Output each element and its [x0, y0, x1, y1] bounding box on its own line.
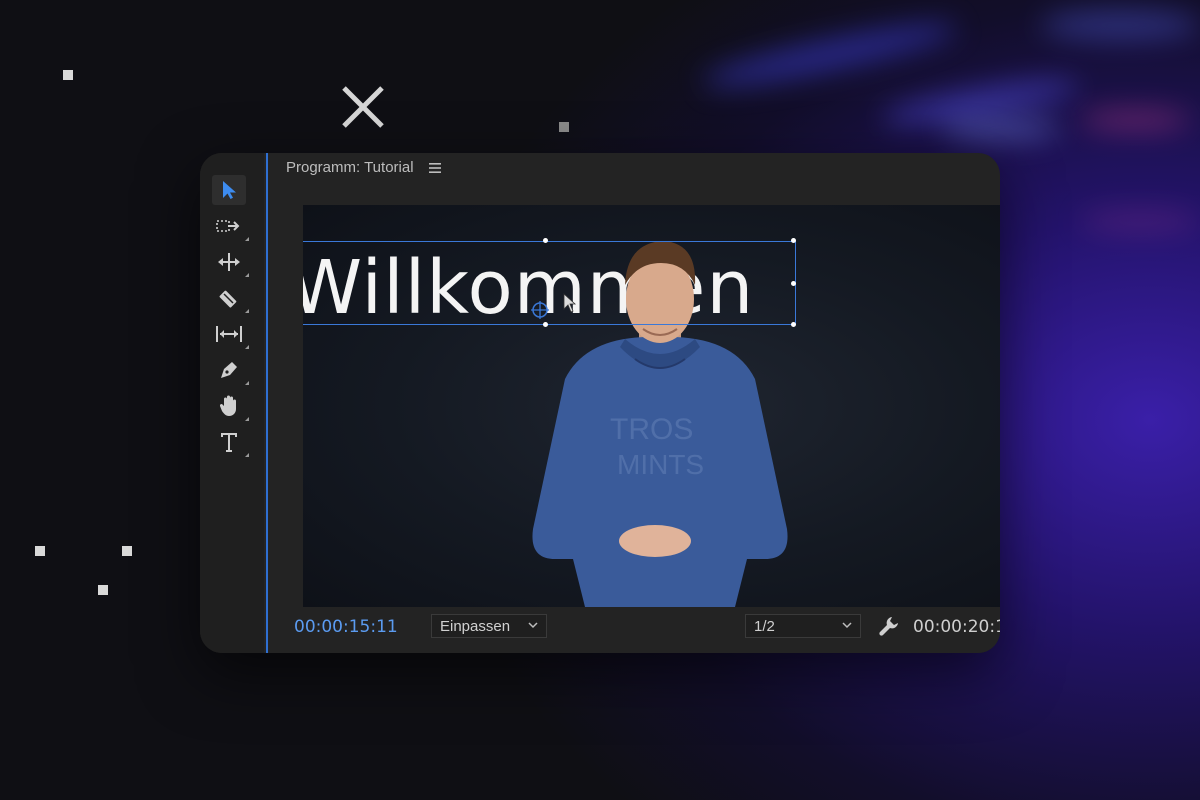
playback-resolution-select[interactable]: 1/2	[745, 614, 861, 638]
program-monitor-window: Programm: Tutorial Willkommen TROS MINTS	[200, 153, 1000, 653]
panel-title: Programm: Tutorial	[286, 159, 414, 176]
tools-panel	[200, 153, 264, 653]
playback-resolution-value: 1/2	[754, 617, 775, 635]
ripple-edit-icon	[218, 253, 240, 271]
anchor-point-icon[interactable]	[531, 301, 549, 319]
svg-text:TROS: TROS	[610, 413, 693, 446]
pen-tool[interactable]	[212, 355, 249, 385]
mouse-pointer-icon	[563, 293, 577, 313]
zoom-level-value: Einpassen	[440, 617, 511, 635]
program-monitor-viewer[interactable]: Willkommen TROS MINTS	[303, 205, 1000, 607]
ripple-edit-tool[interactable]	[212, 247, 249, 277]
bounding-box-handle[interactable]	[791, 238, 796, 243]
decorative-square	[122, 546, 132, 556]
close-icon[interactable]	[340, 84, 386, 130]
bounding-box-handle[interactable]	[791, 281, 796, 286]
decorative-square	[63, 70, 73, 80]
decorative-square	[559, 122, 569, 132]
track-select-icon	[216, 220, 240, 232]
svg-text:MINTS: MINTS	[617, 449, 704, 480]
background-light-streak	[699, 13, 961, 97]
chevron-down-icon	[842, 622, 852, 629]
text-bounding-box[interactable]	[303, 241, 796, 325]
decorative-square	[98, 585, 108, 595]
arrow-icon	[223, 181, 236, 199]
pen-icon	[221, 362, 237, 378]
razor-tool[interactable]	[212, 283, 249, 313]
background-light-streak	[1080, 210, 1200, 232]
selection-tool[interactable]	[212, 175, 246, 205]
monitor-controls-bar: 00:00:15:11 Einpassen 1/2 00:00:20:1	[269, 607, 1000, 653]
chevron-down-icon	[528, 622, 538, 629]
slip-tool[interactable]	[212, 319, 249, 349]
duration-timecode: 00:00:20:1	[913, 617, 1000, 637]
type-tool[interactable]	[212, 427, 249, 457]
panel-divider[interactable]	[264, 153, 269, 653]
track-select-tool[interactable]	[212, 211, 249, 241]
hand-icon	[219, 395, 236, 416]
slip-icon	[216, 326, 242, 342]
razor-icon	[219, 290, 237, 308]
type-icon	[221, 433, 237, 452]
bounding-box-handle[interactable]	[791, 322, 796, 327]
zoom-level-select[interactable]: Einpassen	[431, 614, 547, 638]
hand-tool[interactable]	[212, 391, 249, 421]
background-light-streak	[940, 118, 1060, 140]
background-light-streak	[1040, 10, 1200, 40]
bounding-box-handle[interactable]	[543, 238, 548, 243]
background-light-streak	[1080, 110, 1190, 130]
wrench-icon[interactable]	[878, 615, 900, 637]
hamburger-menu-icon[interactable]	[429, 163, 441, 173]
decorative-square	[35, 546, 45, 556]
bounding-box-handle[interactable]	[543, 322, 548, 327]
playhead-timecode[interactable]: 00:00:15:11	[294, 617, 398, 637]
